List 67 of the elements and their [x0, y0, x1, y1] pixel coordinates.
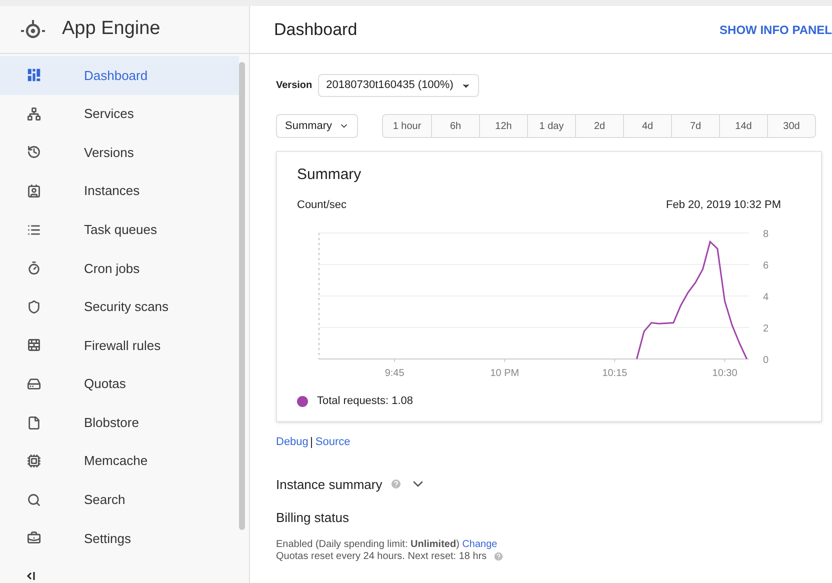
change-link[interactable]: Change: [462, 538, 498, 550]
footer-link[interactable]: Debug: [276, 434, 308, 450]
x-tick-label: 10 PM: [490, 368, 520, 379]
version-label: Version: [276, 79, 312, 93]
time-range-button[interactable]: 30d: [767, 115, 815, 137]
search-icon: [27, 492, 41, 507]
quota-reset-text: Quotas reset every 24 hours. Next reset: 18 hrs: [276, 550, 487, 562]
y-tick-label: 2: [763, 324, 769, 334]
network-icon: [27, 106, 41, 121]
time-range-button[interactable]: 4d: [623, 115, 671, 137]
billing-text: Enabled (Daily spending limit: Unlimited) Change: [276, 538, 498, 550]
help-icon[interactable]: [390, 478, 402, 490]
section-title: Billing status: [276, 509, 350, 527]
engine-logo-icon: [20, 18, 46, 40]
time-range-button[interactable]: 12h: [479, 115, 527, 137]
y-tick-label: 8: [763, 229, 769, 240]
version-dropdown[interactable]: 20180730t160435 (100%): [318, 74, 480, 97]
time-range-button[interactable]: 7d: [671, 115, 719, 137]
sidebar-item[interactable]: Firewall rules: [0, 326, 239, 365]
product-title: App Engine: [62, 17, 160, 42]
file-icon: [27, 416, 41, 430]
y-tick-label: 4: [763, 292, 769, 303]
y-tick-label: 6: [763, 260, 769, 272]
legend-label: Total requests: 1.08: [317, 394, 414, 409]
x-tick-label: 10:15: [602, 368, 628, 379]
show-info-panel-button[interactable]: SHOW INFO PANEL: [720, 20, 832, 38]
chip-icon: [27, 454, 41, 468]
chart-title: Summary: [297, 165, 362, 185]
toolbox-icon: [27, 531, 41, 546]
y-axis-label: Count/sec: [297, 198, 347, 212]
badge-icon: [27, 184, 41, 198]
footer-link[interactable]: Source: [315, 434, 350, 450]
y-tick-label: 0: [763, 355, 769, 366]
section-title: Instance summary: [276, 476, 382, 494]
sidebar-item[interactable]: Instances: [0, 172, 239, 210]
sidebar-item[interactable]: Services: [0, 94, 239, 134]
link-separator: [311, 436, 312, 448]
clock-icon: [27, 145, 41, 160]
sidebar-item[interactable]: Task queues: [0, 210, 239, 249]
x-tick-label: 10:30: [712, 368, 738, 379]
collapse-icon[interactable]: [26, 571, 36, 581]
dashboard-icon: [27, 68, 41, 82]
sidebar-item[interactable]: Versions: [0, 133, 239, 172]
list-icon: [27, 222, 41, 237]
sidebar-item[interactable]: Security scans: [0, 288, 239, 326]
time-range-button[interactable]: 2d: [575, 115, 623, 137]
sidebar-item[interactable]: Quotas: [0, 364, 239, 404]
shield-icon: [27, 300, 41, 314]
stopwatch-icon: [27, 261, 41, 276]
drive-icon: [27, 377, 41, 392]
sidebar-item[interactable]: Cron jobs: [0, 248, 239, 288]
help-icon[interactable]: [492, 551, 504, 562]
time-range-button[interactable]: 1 hour: [383, 115, 431, 137]
sidebar-item[interactable]: Search: [0, 480, 239, 520]
brick-wall-icon: [27, 338, 41, 352]
page-title: Dashboard: [274, 18, 358, 41]
sidebar-item[interactable]: Blobstore: [0, 403, 239, 442]
x-tick-label: 9:45: [384, 368, 404, 379]
sidebar-item[interactable]: Settings: [0, 519, 239, 558]
scrollbar[interactable]: [239, 62, 245, 530]
view-dropdown[interactable]: Summary: [276, 114, 358, 138]
time-range-button[interactable]: 6h: [431, 115, 479, 137]
chart-timestamp: Feb 20, 2019 10:32 PM: [666, 198, 781, 212]
sidebar-item[interactable]: Memcache: [0, 442, 239, 481]
time-range-button[interactable]: 1 day: [527, 115, 575, 137]
sidebar-item[interactable]: Dashboard: [0, 56, 239, 95]
time-range-button[interactable]: 14d: [719, 115, 767, 137]
